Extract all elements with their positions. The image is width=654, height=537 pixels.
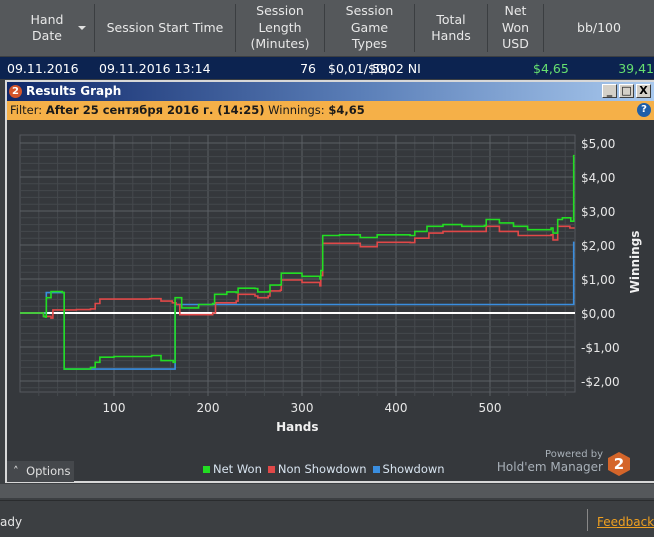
y-tick-label: $2,00	[581, 239, 615, 253]
column-label: Net Won USD	[501, 3, 530, 52]
table-header: Hand Date Session Start Time Session Len…	[0, 0, 654, 56]
legend-non-showdown: Non Showdown	[267, 462, 367, 476]
chart-legend: Net Won Non Showdown Showdown	[203, 462, 445, 476]
powered-by: Powered by Hold'em Manager	[497, 449, 603, 473]
y-axis-label: Winnings	[628, 231, 642, 294]
y-tick-label: $3,00	[581, 205, 615, 219]
column-total-hands[interactable]: Total Hands	[415, 4, 488, 52]
feedback-link[interactable]: Feedback	[597, 515, 654, 529]
table-row[interactable]: 09.11.2016 09.11.2016 13:14 76 $0,01/$0,…	[0, 57, 654, 79]
y-tick-label: $1,00	[581, 273, 615, 287]
column-label: Hand Date	[30, 11, 64, 44]
column-session-start-time[interactable]: Session Start Time	[95, 4, 236, 52]
column-label: Total Hands	[431, 11, 471, 44]
x-axis-label: Hands	[276, 420, 318, 434]
x-tick-label: 500	[479, 401, 502, 415]
results-graph-window: 2 Results Graph _ □ X Filter: After 25 с…	[5, 80, 654, 483]
column-bb100[interactable]: bb/100	[544, 4, 654, 52]
column-session-length[interactable]: Session Length (Minutes)	[236, 3, 325, 52]
results-chart: $5,00 $4,00 $3,00 $2,00 $1,00 $0,00 -$1,00 -$2,…	[19, 134, 642, 434]
brand-name: Hold'em Manager	[496, 460, 603, 474]
x-tick-label: 200	[197, 401, 220, 415]
options-label: Options	[26, 464, 71, 478]
status-bar: ady Feedback	[0, 500, 654, 537]
legend-showdown: Showdown	[372, 462, 445, 476]
column-label: bb/100	[577, 19, 621, 35]
x-tick-label: 300	[291, 401, 314, 415]
cell-length: 76	[300, 61, 316, 76]
column-net-won[interactable]: Net Won USD	[488, 3, 544, 52]
column-hand-date[interactable]: Hand Date	[0, 4, 95, 52]
y-tick-label: -$1,00	[581, 341, 620, 355]
status-text: ady	[0, 515, 23, 529]
cell-net-won: $4,65	[533, 61, 569, 76]
chevron-up-icon: ˄	[13, 464, 19, 478]
column-session-game-types[interactable]: Session Game Types	[325, 3, 415, 52]
cell-bb100: 39,41	[618, 61, 654, 76]
y-tick-label: $0,00	[581, 307, 615, 321]
legend-net-won: Net Won	[203, 462, 262, 476]
sort-desc-icon[interactable]	[78, 26, 86, 30]
y-tick-label: $5,00	[581, 137, 615, 151]
cell-hand-date: 09.11.2016	[7, 61, 79, 76]
column-label: Session Game Types	[345, 3, 394, 52]
column-label: Session Length (Minutes)	[250, 3, 310, 52]
y-tick-label: -$2,00	[581, 375, 620, 389]
splitter-bar	[0, 484, 654, 498]
x-tick-label: 400	[385, 401, 408, 415]
y-tick-label: $4,00	[581, 171, 615, 185]
options-button[interactable]: ˄ Options	[7, 461, 74, 482]
status-separator	[587, 509, 588, 531]
column-label: Session Start Time	[106, 19, 224, 35]
cell-total-hands: 590	[372, 61, 396, 76]
cell-start-time: 09.11.2016 13:14	[99, 61, 211, 76]
x-tick-label: 100	[103, 401, 126, 415]
